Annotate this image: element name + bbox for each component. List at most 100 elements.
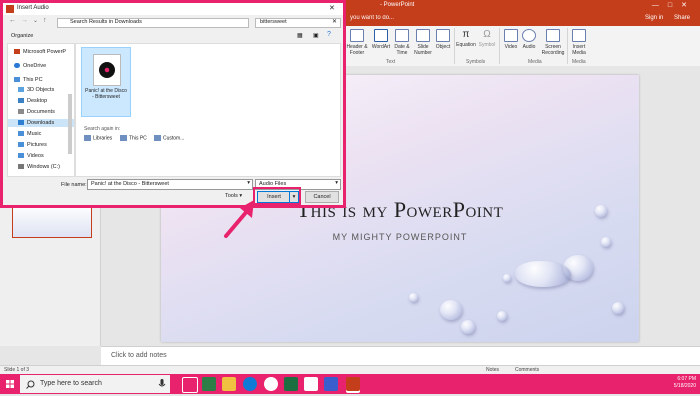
excel-icon[interactable] bbox=[284, 377, 298, 391]
up-icon[interactable]: ↑ bbox=[43, 17, 47, 24]
search-custom-link[interactable]: Custom... bbox=[154, 135, 184, 141]
share-button[interactable]: Share bbox=[674, 15, 690, 21]
dialog-title-bar: Insert Audio ✕ bbox=[3, 3, 343, 15]
equation-button[interactable]: π Equation bbox=[455, 29, 477, 48]
group-media-label-2: Media bbox=[572, 59, 586, 65]
water-drop bbox=[497, 311, 507, 321]
messenger-icon[interactable] bbox=[324, 377, 338, 391]
help-icon[interactable]: ? bbox=[327, 31, 331, 38]
nav-item-desktop[interactable]: Desktop bbox=[18, 97, 47, 105]
nav-item-windows-c[interactable]: Windows (C:) bbox=[18, 163, 60, 171]
header-footer-icon bbox=[350, 29, 364, 42]
window-controls[interactable]: —□✕ bbox=[652, 1, 696, 9]
slide-thumbnail[interactable] bbox=[12, 204, 92, 238]
clock-date: 5/18/2020 bbox=[673, 383, 696, 389]
chrome-icon[interactable] bbox=[264, 377, 278, 391]
chevron-down-icon[interactable]: ⌄ bbox=[33, 17, 38, 24]
search-placeholder: Type here to search bbox=[40, 380, 102, 387]
audio-file-icon bbox=[93, 54, 121, 86]
task-view-icon[interactable] bbox=[182, 377, 198, 393]
group-symbols-label: Symbols bbox=[466, 59, 486, 65]
comments-toggle[interactable]: Comments bbox=[515, 367, 539, 373]
slide-count: Slide 1 of 3 bbox=[4, 367, 30, 373]
nav-item-powerpoint[interactable]: Microsoft PowerP bbox=[14, 48, 66, 56]
cube-icon bbox=[18, 87, 24, 93]
video-icon bbox=[18, 153, 24, 159]
file-name-input[interactable]: Panic! at the Disco - Bittersweet ▾ bbox=[87, 179, 253, 190]
object-icon bbox=[436, 29, 450, 42]
symbol-button[interactable]: Ω Symbol bbox=[476, 29, 498, 48]
back-icon[interactable]: ← bbox=[9, 17, 16, 24]
address-bar[interactable]: Search Results in Downloads bbox=[57, 18, 249, 28]
preview-pane-icon[interactable]: ▣ bbox=[313, 32, 319, 39]
search-value: bittersweet bbox=[260, 19, 287, 25]
speaker-icon bbox=[522, 29, 536, 42]
nav-item-downloads[interactable]: Downloads bbox=[8, 119, 74, 127]
nav-item-3d-objects[interactable]: 3D Objects bbox=[18, 86, 54, 94]
scrollbar[interactable] bbox=[68, 94, 72, 154]
screen-recording-button[interactable]: Screen Recording bbox=[540, 29, 566, 56]
file-item[interactable]: Panic! at the Disco - Bittersweet bbox=[81, 47, 131, 117]
app-icon[interactable] bbox=[304, 377, 318, 391]
insert-audio-dialog: Insert Audio ✕ ← → ⌄ ↑ Search Results in… bbox=[0, 0, 346, 208]
nav-item-music[interactable]: Music bbox=[18, 130, 41, 138]
forward-icon[interactable]: → bbox=[21, 17, 28, 24]
group-text-label: Text bbox=[386, 59, 396, 65]
system-tray[interactable]: 6:07 PM 5/18/2020 bbox=[674, 376, 696, 390]
media-icon bbox=[572, 29, 586, 42]
highlight-box bbox=[253, 187, 301, 205]
download-icon bbox=[18, 120, 24, 126]
water-drop bbox=[461, 320, 475, 334]
search-libraries-link[interactable]: Libraries bbox=[84, 135, 112, 141]
nav-item-onedrive[interactable]: OneDrive bbox=[14, 62, 46, 70]
nav-item-videos[interactable]: Videos bbox=[18, 152, 44, 160]
clock-time: 6:07 PM bbox=[677, 376, 696, 382]
wordart-button[interactable]: WordArt bbox=[370, 29, 392, 50]
organize-button[interactable]: Organize bbox=[11, 33, 33, 39]
view-icon[interactable]: ▦ bbox=[297, 32, 303, 39]
document-icon bbox=[18, 109, 24, 115]
object-button[interactable]: Object bbox=[432, 29, 454, 50]
group-media-label: Media bbox=[528, 59, 542, 65]
file-explorer-icon[interactable] bbox=[222, 377, 236, 391]
app-icon[interactable] bbox=[202, 377, 216, 391]
music-icon bbox=[18, 131, 24, 137]
search-again-label: Search again in: bbox=[84, 126, 121, 132]
start-button[interactable] bbox=[0, 374, 20, 394]
slide-number-button[interactable]: Slide Number bbox=[412, 29, 434, 56]
water-drop bbox=[515, 261, 571, 287]
libraries-icon bbox=[84, 135, 91, 141]
dialog-search-input[interactable]: bittersweet ✕ bbox=[255, 18, 341, 28]
search-this-pc-link[interactable]: This PC bbox=[120, 135, 147, 141]
cancel-button[interactable]: Cancel bbox=[305, 191, 339, 203]
header-footer-button[interactable]: Header & Footer bbox=[346, 29, 368, 56]
nav-item-pictures[interactable]: Pictures bbox=[18, 141, 47, 149]
calendar-icon bbox=[395, 29, 409, 42]
chevron-down-icon[interactable]: ▾ bbox=[247, 180, 250, 186]
close-icon[interactable]: ✕ bbox=[332, 18, 337, 25]
taskbar-search[interactable]: Type here to search bbox=[20, 375, 170, 393]
water-drop bbox=[503, 274, 511, 282]
search-icon bbox=[26, 380, 35, 389]
tell-me-box[interactable]: you want to do... bbox=[350, 15, 394, 21]
notes-pane[interactable]: Click to add notes bbox=[101, 346, 700, 366]
pictures-icon bbox=[18, 142, 24, 148]
close-icon[interactable]: ✕ bbox=[329, 4, 335, 12]
audio-button[interactable]: Audio bbox=[518, 29, 540, 50]
windows-icon bbox=[6, 380, 14, 388]
file-name: Panic! at the Disco - Bittersweet bbox=[85, 88, 127, 100]
nav-item-this-pc[interactable]: This PC bbox=[14, 76, 43, 84]
file-list: Panic! at the Disco - Bittersweet Search… bbox=[75, 43, 341, 177]
notes-placeholder: Click to add notes bbox=[111, 352, 167, 359]
wordart-icon bbox=[374, 29, 388, 42]
nav-item-documents[interactable]: Documents bbox=[18, 108, 55, 116]
date-time-button[interactable]: Date & Time bbox=[391, 29, 413, 56]
notes-toggle[interactable]: Notes bbox=[486, 367, 499, 373]
insert-media-button[interactable]: Insert Media bbox=[568, 29, 590, 56]
taskbar: Type here to search 6:07 PM 5/18/2020 bbox=[0, 374, 700, 394]
water-drop bbox=[612, 302, 624, 314]
file-name-label: File name: bbox=[61, 182, 87, 188]
sign-in-link[interactable]: Sign in bbox=[645, 15, 663, 21]
powerpoint-icon[interactable] bbox=[346, 377, 360, 391]
edge-icon[interactable] bbox=[243, 377, 257, 391]
